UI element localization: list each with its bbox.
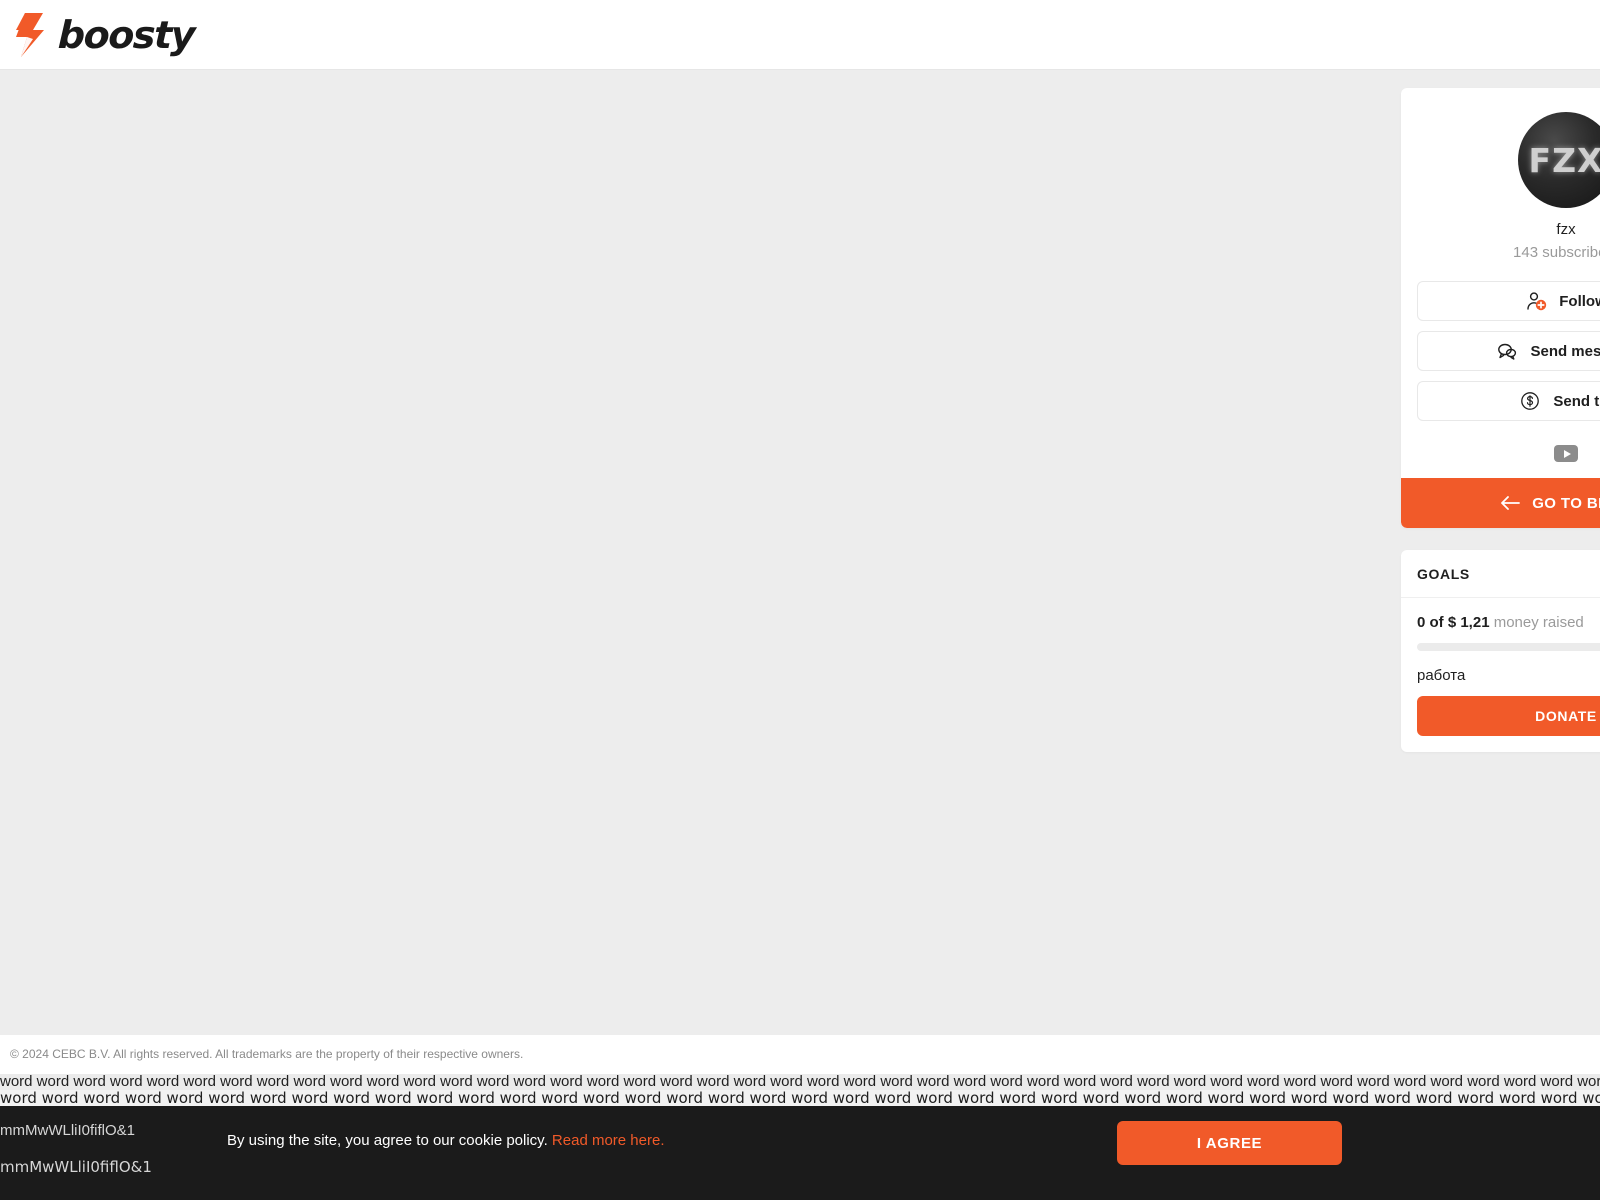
arrow-left-icon <box>1500 496 1521 510</box>
goal-progress-bar <box>1417 643 1600 651</box>
copyright-text: © 2024 CEBC B.V. All rights reserved. Al… <box>10 1047 524 1061</box>
user-plus-icon <box>1525 290 1547 312</box>
boosty-wordmark: boosty <box>57 12 195 57</box>
sidebar: FZX fzx 143 subscribers Follow <box>1401 88 1600 752</box>
font-probe-word-line-1: word word word word word word word word … <box>0 1074 1600 1090</box>
boosty-logo[interactable]: boosty <box>13 12 195 58</box>
profile-name: fzx <box>1556 221 1576 238</box>
profile-card: FZX fzx 143 subscribers Follow <box>1401 88 1600 528</box>
cookie-policy-message: By using the site, you agree to our cook… <box>227 1132 548 1149</box>
profile-actions: Follow Send message <box>1401 261 1600 439</box>
page-background: FZX fzx 143 subscribers Follow <box>0 70 1600 1035</box>
youtube-icon[interactable] <box>1554 445 1578 462</box>
donate-label: DONATE <box>1535 708 1597 724</box>
send-tip-label: Send tip <box>1553 392 1600 410</box>
follow-label: Follow <box>1559 292 1600 310</box>
site-footer: © 2024 CEBC B.V. All rights reserved. Al… <box>0 1035 1600 1073</box>
send-tip-button[interactable]: Send tip <box>1417 381 1600 421</box>
donate-button[interactable]: DONATE <box>1417 696 1600 736</box>
go-to-blog-label: GO TO BLOG <box>1532 494 1600 512</box>
go-to-blog-button[interactable]: GO TO BLOG <box>1401 478 1600 528</box>
goals-card: GOALS 0 of $ 1,21 money raised работа DO… <box>1401 550 1600 752</box>
font-probe-metric-line-1: mmMwWLliI0fiflO&1 <box>0 1122 136 1139</box>
avatar-text: FZX <box>1528 140 1600 180</box>
goal-raised-amount: 0 of $ 1,21 <box>1417 614 1490 631</box>
cookie-policy-text: By using the site, you agree to our cook… <box>227 1132 664 1149</box>
cookie-agree-button[interactable]: I AGREE <box>1117 1121 1342 1165</box>
cookie-read-more-link[interactable]: Read more here. <box>552 1132 665 1149</box>
goal-name: работа <box>1417 667 1466 684</box>
social-links <box>1401 439 1600 478</box>
dollar-coin-icon <box>1519 390 1541 412</box>
goals-body: 0 of $ 1,21 money raised работа DONATE <box>1401 598 1600 752</box>
font-probe-metric-line-2: mmMwWLliI0fiflO&1 <box>0 1158 152 1176</box>
cookie-banner: mmMwWLliI0fiflO&1 mmMwWLliI0fiflO&1 By u… <box>0 1106 1600 1200</box>
site-header: boosty <box>0 0 1600 70</box>
send-message-label: Send message <box>1530 342 1600 360</box>
youtube-play-triangle <box>1563 449 1571 458</box>
goals-header: GOALS <box>1401 550 1600 598</box>
send-message-button[interactable]: Send message <box>1417 331 1600 371</box>
font-probe-word-line-2: word word word word word word word word … <box>0 1090 1600 1106</box>
goal-progress-text: 0 of $ 1,21 money raised <box>1417 614 1600 631</box>
follow-button[interactable]: Follow <box>1417 281 1600 321</box>
subscriber-count: 143 subscribers <box>1513 244 1600 261</box>
goals-title: GOALS <box>1417 565 1470 582</box>
goal-raised-suffix: money raised <box>1493 614 1584 631</box>
chat-bubbles-icon <box>1496 340 1518 362</box>
boosty-bolt-logo-icon <box>13 12 47 57</box>
avatar[interactable]: FZX <box>1518 112 1600 208</box>
